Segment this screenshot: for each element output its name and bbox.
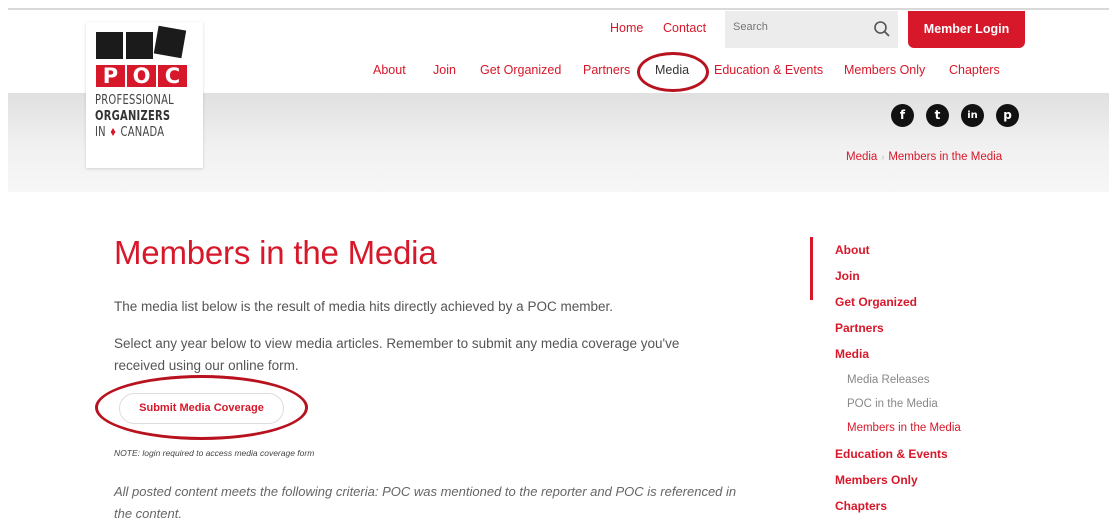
sidebar-item-chapters[interactable]: Chapters — [835, 499, 887, 513]
nav-join[interactable]: Join — [433, 63, 456, 77]
breadcrumb-separator-icon: › — [881, 152, 885, 162]
nav-get-organized[interactable]: Get Organized — [480, 63, 561, 77]
search-input[interactable] — [733, 21, 863, 33]
instructions-line-2: received using our online form. — [114, 358, 299, 373]
logo-square — [126, 32, 153, 59]
page-title: Members in the Media — [114, 234, 437, 271]
search-box — [725, 11, 898, 48]
logo-line-canada: CANADA — [120, 125, 165, 140]
annotation-circle-media — [637, 52, 709, 92]
sidebar-item-join[interactable]: Join — [835, 269, 860, 283]
logo-line: IN ♦ CANADA — [95, 125, 174, 141]
criteria-line-1: All posted content meets the following c… — [114, 484, 737, 499]
logo-poc-letters: P O C — [96, 65, 187, 87]
login-note: NOTE: login required to access media cov… — [114, 448, 315, 458]
nav-education-events[interactable]: Education & Events — [714, 63, 823, 77]
logo-line: ORGANIZERS — [95, 109, 174, 125]
facebook-icon[interactable]: f — [891, 104, 914, 127]
logo-square — [96, 32, 123, 59]
sidebar-item-about[interactable]: About — [835, 243, 870, 257]
logo-letter: C — [158, 65, 187, 87]
sidebar-item-media[interactable]: Media — [835, 347, 869, 361]
pinterest-icon[interactable]: p — [996, 104, 1019, 127]
top-border — [8, 8, 1109, 10]
logo-letter: P — [96, 65, 125, 87]
nav-members-only[interactable]: Members Only — [844, 63, 925, 77]
utility-link-contact[interactable]: Contact — [663, 21, 706, 35]
sidebar-accent-rule — [810, 237, 813, 300]
logo-line-bold: ORGANIZERS — [95, 109, 171, 124]
intro-text: The media list below is the result of me… — [114, 299, 613, 314]
sidebar-subitem-media-releases[interactable]: Media Releases — [847, 374, 929, 386]
sidebar-subitem-poc-in-the-media[interactable]: POC in the Media — [847, 398, 938, 410]
sidebar-item-partners[interactable]: Partners — [835, 321, 884, 335]
sidebar-item-members-only[interactable]: Members Only — [835, 473, 918, 487]
maple-leaf-icon: ♦ — [109, 126, 118, 139]
sidebar-item-education-events[interactable]: Education & Events — [835, 447, 948, 461]
logo-letter: O — [127, 65, 156, 87]
annotation-circle-submit — [95, 375, 308, 440]
instructions-line-1: Select any year below to view media arti… — [114, 336, 680, 351]
poc-logo[interactable]: P O C PROFESSIONAL ORGANIZERS IN ♦ CANAD… — [86, 22, 203, 168]
linkedin-icon[interactable]: in — [961, 104, 984, 127]
logo-wordmark: PROFESSIONAL ORGANIZERS IN ♦ CANADA — [95, 93, 174, 141]
member-login-button[interactable]: Member Login — [908, 11, 1025, 48]
breadcrumb-current: Members in the Media — [888, 151, 1003, 163]
breadcrumb: Media › Members in the Media — [846, 151, 1002, 163]
logo-square — [153, 25, 187, 59]
twitter-icon[interactable]: t — [926, 104, 949, 127]
logo-line-in: IN — [95, 125, 106, 140]
nav-about[interactable]: About — [373, 63, 406, 77]
sidebar-item-get-organized[interactable]: Get Organized — [835, 295, 917, 309]
nav-partners[interactable]: Partners — [583, 63, 630, 77]
logo-line: PROFESSIONAL — [95, 93, 174, 108]
breadcrumb-media[interactable]: Media — [846, 151, 877, 163]
nav-chapters[interactable]: Chapters — [949, 63, 1000, 77]
criteria-line-2: the content. — [114, 506, 182, 521]
sidebar-subitem-members-in-the-media[interactable]: Members in the Media — [847, 422, 961, 434]
search-icon[interactable] — [873, 20, 891, 38]
utility-link-home[interactable]: Home — [610, 21, 643, 35]
criteria-text: All posted content meets the following c… — [114, 481, 764, 525]
